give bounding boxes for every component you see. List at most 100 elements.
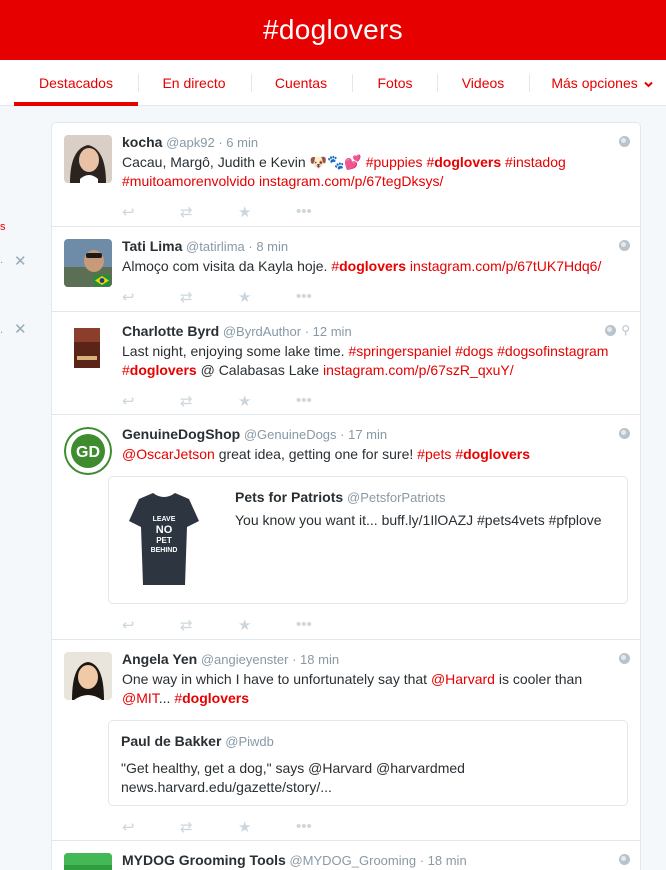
retweet-icon[interactable]: ⇄ — [180, 616, 238, 634]
tab-destacados[interactable]: Destacados — [14, 60, 138, 106]
star-icon[interactable]: ★ — [238, 203, 296, 221]
tweet-author-handle[interactable]: @apk92 — [166, 135, 215, 150]
more-icon[interactable]: ••• — [296, 818, 354, 835]
retweet-icon[interactable]: ⇄ — [180, 288, 238, 306]
tweet-author-handle[interactable]: @tatirlima — [186, 239, 245, 254]
embedded-media-card[interactable]: LEAVE NO PET BEHIND Pets for Patriots @P… — [108, 476, 628, 604]
tweet[interactable]: kocha @apk92 · 6 min Cacau, Margô, Judit… — [52, 123, 640, 227]
tab-videos[interactable]: Videos — [448, 60, 518, 106]
tweet-link[interactable]: instagram.com/p/67szR_qxuY/ — [323, 362, 514, 378]
reply-icon[interactable]: ↩ — [122, 392, 180, 410]
retweet-icon[interactable]: ⇄ — [180, 818, 238, 836]
tab-divider — [437, 74, 438, 92]
reply-icon[interactable]: ↩ — [122, 203, 180, 221]
tweet-stream: kocha @apk92 · 6 min Cacau, Margô, Judit… — [51, 122, 641, 870]
tweet-link[interactable]: # — [122, 362, 130, 378]
tweet-author-handle[interactable]: @angieyenster — [201, 652, 289, 667]
retweet-icon[interactable]: ⇄ — [180, 392, 238, 410]
card-text: You know you want it... buff.ly/1IlOAZJ … — [235, 512, 602, 528]
tweet-link[interactable]: #puppies — [366, 154, 427, 170]
hashtag-link[interactable]: doglovers — [463, 446, 530, 462]
tweet-actions: ↩ ⇄ ★ ••• — [122, 392, 628, 410]
more-icon[interactable]: ••• — [296, 288, 354, 305]
tweet-time[interactable]: 12 min — [313, 324, 352, 339]
svg-text:LEAVE: LEAVE — [153, 516, 176, 523]
tweet-time[interactable]: 8 min — [256, 239, 288, 254]
star-icon[interactable]: ★ — [238, 616, 296, 634]
tweet-author-name[interactable]: kocha — [122, 134, 162, 150]
tweet[interactable]: Charlotte Byrd @ByrdAuthor · 12 min ⚲ La… — [52, 312, 640, 415]
tweet-link[interactable]: #pets — [417, 446, 455, 462]
avatar[interactable] — [64, 324, 112, 372]
avatar[interactable]: GD — [64, 427, 112, 475]
tweet-link[interactable]: @OscarJetson — [122, 446, 215, 462]
tweet[interactable]: Angela Yen @angieyenster · 18 min One wa… — [52, 640, 640, 841]
reply-icon[interactable]: ↩ — [122, 818, 180, 836]
close-icon[interactable]: ✕ — [14, 252, 27, 270]
search-tabs: Destacados En directo Cuentas Fotos Vide… — [0, 60, 666, 106]
tweet-author-name[interactable]: Charlotte Byrd — [122, 323, 219, 339]
tweet-link[interactable]: # — [455, 446, 463, 462]
avatar[interactable] — [64, 239, 112, 287]
tab-mas-opciones-label: Más opciones — [551, 75, 638, 91]
globe-icon — [619, 428, 630, 439]
tweet[interactable]: MYDOG Grooming Tools @MYDOG_Grooming · 1… — [52, 841, 640, 870]
tweet-link[interactable]: #dogsofinstagram — [497, 343, 608, 359]
tweet-link[interactable]: @MIT — [122, 690, 159, 706]
tweet-time[interactable]: 18 min — [300, 652, 339, 667]
tweet-time[interactable]: 17 min — [348, 427, 387, 442]
card-author-handle[interactable]: @PetsforPatriots — [347, 490, 445, 505]
tweet-author-name[interactable]: Tati Lima — [122, 238, 182, 254]
tweet-link[interactable]: # — [331, 258, 339, 274]
globe-icon — [619, 240, 630, 251]
hashtag-link[interactable]: doglovers — [130, 362, 197, 378]
star-icon[interactable]: ★ — [238, 818, 296, 836]
quoted-tweet[interactable]: Paul de Bakker @Piwdb "Get healthy, get … — [108, 720, 628, 806]
star-icon[interactable]: ★ — [238, 288, 296, 306]
avatar[interactable] — [64, 853, 112, 870]
tweet-time[interactable]: 18 min — [428, 853, 467, 868]
close-icon[interactable]: ✕ — [14, 320, 27, 338]
tab-en-directo[interactable]: En directo — [146, 60, 242, 106]
tweet[interactable]: Tati Lima @tatirlima · 8 min Almoço com … — [52, 227, 640, 312]
avatar[interactable] — [64, 652, 112, 700]
quoted-author-handle[interactable]: @Piwdb — [225, 734, 274, 749]
tweet-author-handle[interactable]: @ByrdAuthor — [223, 324, 301, 339]
tweet-author-name[interactable]: MYDOG Grooming Tools — [122, 852, 286, 868]
more-icon[interactable]: ••• — [296, 203, 354, 220]
tab-fotos[interactable]: Fotos — [362, 60, 428, 106]
tab-cuentas[interactable]: Cuentas — [260, 60, 342, 106]
tab-mas-opciones[interactable]: Más opciones — [546, 60, 658, 106]
tweet-link[interactable]: instagram.com/p/67tegDksys/ — [259, 173, 443, 189]
star-icon[interactable]: ★ — [238, 392, 296, 410]
tweet-time[interactable]: 6 min — [226, 135, 258, 150]
avatar[interactable] — [64, 135, 112, 183]
tweet-link[interactable]: @Harvard — [431, 671, 495, 687]
globe-icon — [619, 854, 630, 865]
retweet-icon[interactable]: ⇄ — [180, 203, 238, 221]
globe-icon — [605, 325, 617, 336]
tweet-link[interactable]: #dogs — [455, 343, 497, 359]
tweet-author-handle[interactable]: @MYDOG_Grooming — [289, 853, 416, 868]
tweet-link[interactable]: #muitoamorenvolvido — [122, 173, 259, 189]
tweet-header: GenuineDogShop @GenuineDogs · 17 min — [122, 426, 388, 442]
more-icon[interactable]: ••• — [296, 392, 354, 409]
tweet-link[interactable]: #springerspaniel — [348, 343, 455, 359]
quoted-author-name[interactable]: Paul de Bakker — [121, 733, 221, 749]
tweet-author-name[interactable]: GenuineDogShop — [122, 426, 240, 442]
tweet[interactable]: GD GenuineDogShop @GenuineDogs · 17 min … — [52, 415, 640, 640]
card-author-name[interactable]: Pets for Patriots — [235, 489, 343, 505]
reply-icon[interactable]: ↩ — [122, 616, 180, 634]
tweet-text-segment: is cooler than — [494, 671, 583, 687]
reply-icon[interactable]: ↩ — [122, 288, 180, 306]
more-icon[interactable]: ••• — [296, 616, 354, 633]
tweet-text-segment: great idea, getting one for sure! — [214, 446, 418, 462]
hashtag-link[interactable]: doglovers — [434, 154, 501, 170]
tweet-link[interactable]: #instadog — [505, 154, 566, 170]
tweet-link[interactable]: instagram.com/p/67tUK7Hdq6/ — [406, 258, 601, 274]
tweet-author-handle[interactable]: @GenuineDogs — [244, 427, 337, 442]
tweet-author-name[interactable]: Angela Yen — [122, 651, 197, 667]
hashtag-link[interactable]: doglovers — [182, 690, 249, 706]
tweet-link[interactable]: # — [174, 690, 182, 706]
hashtag-link[interactable]: doglovers — [339, 258, 406, 274]
